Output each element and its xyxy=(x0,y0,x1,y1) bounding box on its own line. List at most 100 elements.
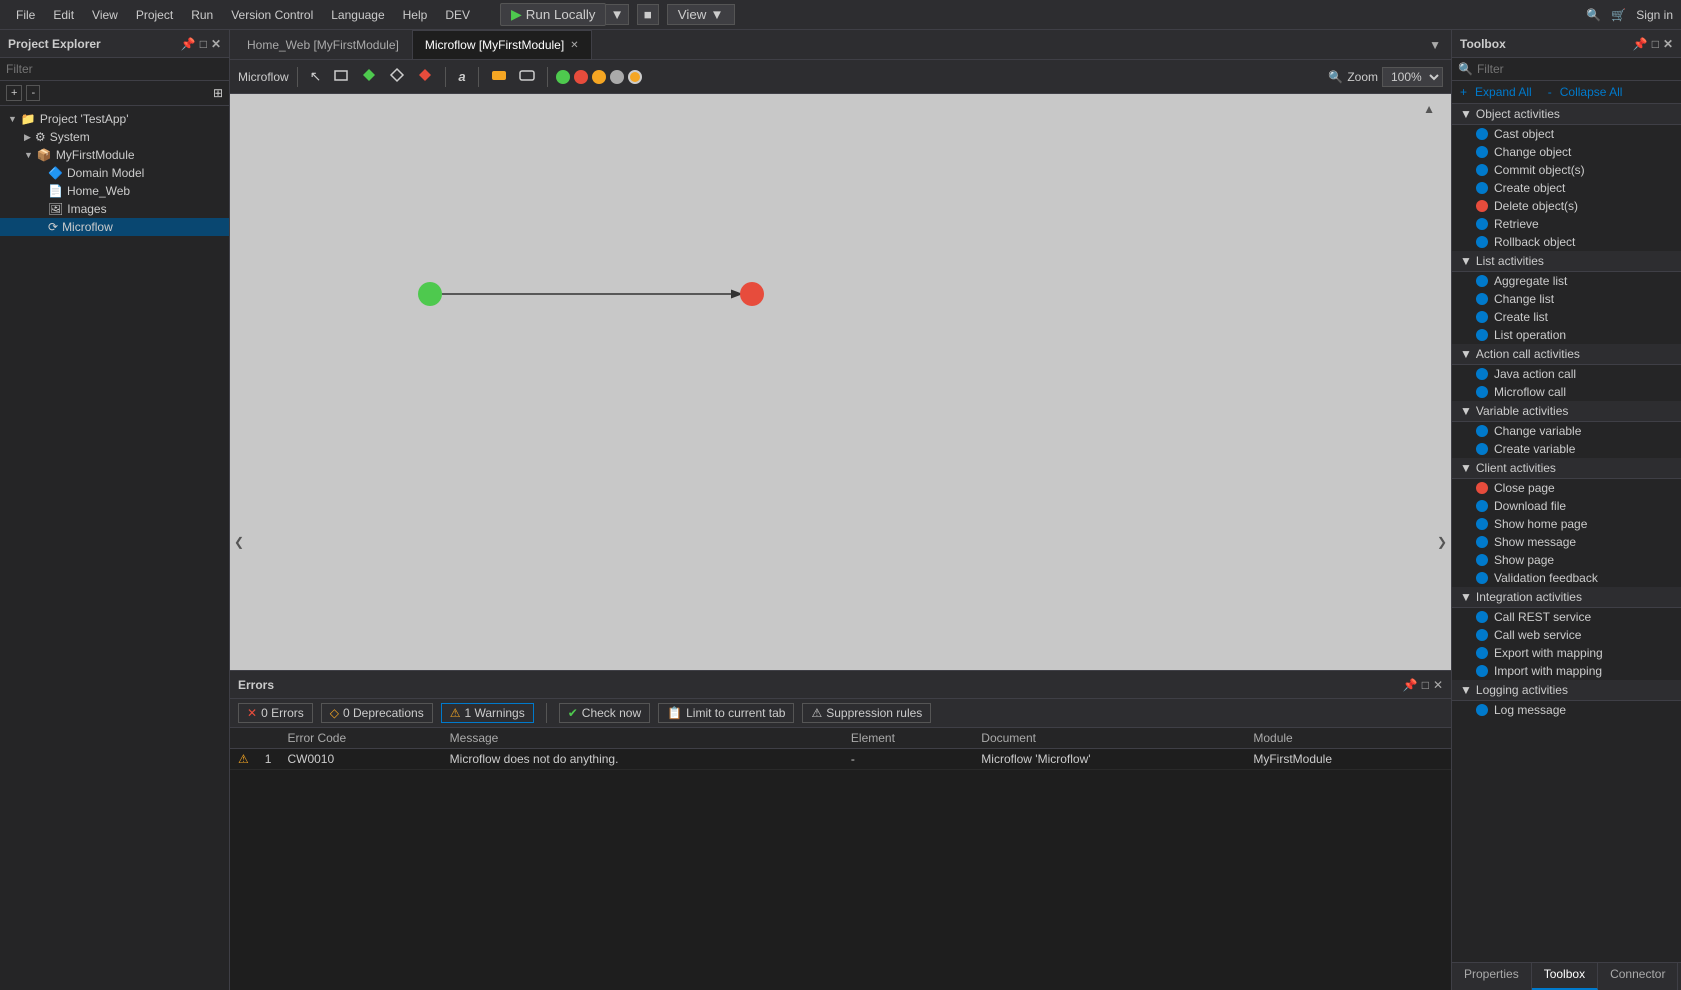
toolbox-item-commit-objects[interactable]: Commit object(s) xyxy=(1452,161,1681,179)
menu-run[interactable]: Run xyxy=(183,4,221,26)
toolbox-item-microflow-call[interactable]: Microflow call xyxy=(1452,383,1681,401)
tree-item-home-web[interactable]: 📄 Home_Web xyxy=(0,182,229,200)
toolbox-item-call-web-service[interactable]: Call web service xyxy=(1452,626,1681,644)
view-dropdown-icon: ▼ xyxy=(710,7,723,22)
tree-add-button[interactable]: + xyxy=(6,85,22,101)
toolbox-filter-input[interactable] xyxy=(1477,62,1675,76)
pin-icon[interactable]: 📌 xyxy=(1403,678,1418,692)
menu-edit[interactable]: Edit xyxy=(45,4,82,26)
limit-to-tab-button[interactable]: 📋 Limit to current tab xyxy=(658,703,794,723)
menu-file[interactable]: File xyxy=(8,4,43,26)
toolbox-item-download-file[interactable]: Download file xyxy=(1452,497,1681,515)
section-integration-activities[interactable]: ▼ Integration activities xyxy=(1452,587,1681,608)
float-icon[interactable]: □ xyxy=(200,37,207,51)
section-client-activities[interactable]: ▼ Client activities xyxy=(1452,458,1681,479)
section-list-activities[interactable]: ▼ List activities xyxy=(1452,251,1681,272)
pin-icon[interactable]: 📌 xyxy=(1633,37,1648,51)
tab-connector[interactable]: Connector xyxy=(1598,963,1678,990)
suppression-rules-button[interactable]: ⚠ Suppression rules xyxy=(802,703,931,723)
activity-button[interactable] xyxy=(487,65,511,88)
event-exclusive-button[interactable] xyxy=(385,65,409,88)
tree-item-system[interactable]: ▶ ⚙ System xyxy=(0,128,229,146)
toolbox-item-log-message[interactable]: Log message xyxy=(1452,701,1681,719)
toolbox-item-cast-object[interactable]: Cast object xyxy=(1452,125,1681,143)
toolbox-item-validation-feedback[interactable]: Validation feedback xyxy=(1452,569,1681,587)
toolbox-item-delete-objects[interactable]: Delete object(s) xyxy=(1452,197,1681,215)
tab-microflow[interactable]: Microflow [MyFirstModule] ✕ xyxy=(412,30,592,59)
toolbox-item-import-with-mapping[interactable]: Import with mapping xyxy=(1452,662,1681,680)
toolbox-item-show-page[interactable]: Show page xyxy=(1452,551,1681,569)
tab-properties[interactable]: Properties xyxy=(1452,963,1532,990)
tree-item-project[interactable]: ▼ 📁 Project 'TestApp' xyxy=(0,110,229,128)
warnings-filter-button[interactable]: ⚠ 1 Warnings xyxy=(441,703,534,723)
entity-tool-button[interactable] xyxy=(329,65,353,88)
toolbox-item-export-with-mapping[interactable]: Export with mapping xyxy=(1452,644,1681,662)
event-end-button[interactable] xyxy=(413,65,437,88)
toolbox-item-show-home-page[interactable]: Show home page xyxy=(1452,515,1681,533)
search-icon[interactable]: 🔍 xyxy=(1586,8,1601,22)
close-panel-icon[interactable]: ✕ xyxy=(211,37,221,51)
table-row[interactable]: ⚠ 1 CW0010 Microflow does not do anythin… xyxy=(230,749,1451,770)
errors-filter-button[interactable]: ✕ 0 Errors xyxy=(238,703,313,723)
float-icon[interactable]: □ xyxy=(1422,678,1429,692)
deprecations-filter-button[interactable]: ◇ 0 Deprecations xyxy=(321,703,433,723)
toolbox-item-list-operation[interactable]: List operation xyxy=(1452,326,1681,344)
toolbox-item-retrieve[interactable]: Retrieve xyxy=(1452,215,1681,233)
close-panel-icon[interactable]: ✕ xyxy=(1663,37,1673,51)
project-explorer-filter-input[interactable] xyxy=(6,62,223,76)
check-now-button[interactable]: ✔ Check now xyxy=(559,703,650,723)
menu-dev[interactable]: DEV xyxy=(437,4,478,26)
menu-project[interactable]: Project xyxy=(128,4,181,26)
float-icon[interactable]: □ xyxy=(1652,37,1659,51)
tree-collapse-button[interactable]: - xyxy=(26,85,40,101)
section-logging-activities[interactable]: ▼ Logging activities xyxy=(1452,680,1681,701)
tree-item-domain-model[interactable]: 🔷 Domain Model xyxy=(0,164,229,182)
toolbox-item-rollback-object[interactable]: Rollback object xyxy=(1452,233,1681,251)
canvas-nav-left[interactable]: ❮ xyxy=(230,531,248,553)
menu-view[interactable]: View xyxy=(84,4,126,26)
annotation-button[interactable]: a xyxy=(454,67,469,86)
toolbox-item-java-action-call[interactable]: Java action call xyxy=(1452,365,1681,383)
toolbox-item-create-variable[interactable]: Create variable xyxy=(1452,440,1681,458)
section-object-activities[interactable]: ▼ Object activities xyxy=(1452,104,1681,125)
run-locally-button[interactable]: ▶ Run Locally xyxy=(500,3,606,26)
zoom-select[interactable]: 100% 75% 50% 150% xyxy=(1382,67,1443,87)
tab-toolbox[interactable]: Toolbox xyxy=(1532,963,1598,990)
tree-item-myfirstmodule[interactable]: ▼ 📦 MyFirstModule xyxy=(0,146,229,164)
tab-home-web[interactable]: Home_Web [MyFirstModule] xyxy=(234,30,412,59)
menu-language[interactable]: Language xyxy=(323,4,392,26)
toolbox-item-create-list[interactable]: Create list xyxy=(1452,308,1681,326)
canvas-nav-right[interactable]: ❯ xyxy=(1433,531,1451,553)
tree-item-microflow[interactable]: ⟳ Microflow xyxy=(0,218,229,236)
col-document: Document xyxy=(973,728,1245,749)
toolbox-item-create-object[interactable]: Create object xyxy=(1452,179,1681,197)
tab-close-icon[interactable]: ✕ xyxy=(570,40,578,51)
cart-icon[interactable]: 🛒 xyxy=(1611,8,1626,22)
canvas-nav-up[interactable]: ▲ xyxy=(1419,98,1439,120)
event-start-button[interactable] xyxy=(357,65,381,88)
expand-all-button[interactable]: Expand All xyxy=(1475,85,1532,99)
sign-in-button[interactable]: Sign in xyxy=(1636,8,1673,22)
tree-layout-icon[interactable]: ⊞ xyxy=(213,86,223,100)
toolbox-item-show-message[interactable]: Show message xyxy=(1452,533,1681,551)
section-action-call-activities[interactable]: ▼ Action call activities xyxy=(1452,344,1681,365)
tab-scroll-icon[interactable]: ▼ xyxy=(1423,38,1447,52)
collapse-all-button[interactable]: Collapse All xyxy=(1560,85,1623,99)
close-panel-icon[interactable]: ✕ xyxy=(1433,678,1443,692)
menu-help[interactable]: Help xyxy=(395,4,436,26)
toolbox-item-aggregate-list[interactable]: Aggregate list xyxy=(1452,272,1681,290)
loop-button[interactable] xyxy=(515,65,539,88)
toolbox-item-change-list[interactable]: Change list xyxy=(1452,290,1681,308)
view-button[interactable]: View ▼ xyxy=(667,4,735,25)
toolbox-item-call-rest[interactable]: Call REST service xyxy=(1452,608,1681,626)
pin-icon[interactable]: 📌 xyxy=(181,37,196,51)
section-variable-activities[interactable]: ▼ Variable activities xyxy=(1452,401,1681,422)
stop-button[interactable]: ■ xyxy=(637,4,659,25)
menu-version-control[interactable]: Version Control xyxy=(223,4,321,26)
toolbox-item-change-object[interactable]: Change object xyxy=(1452,143,1681,161)
tree-item-images[interactable]: 🖼 Images xyxy=(0,200,229,218)
pointer-tool-button[interactable]: ↖ xyxy=(306,66,326,87)
run-locally-dropdown[interactable]: ▼ xyxy=(606,4,628,25)
toolbox-item-close-page[interactable]: Close page xyxy=(1452,479,1681,497)
toolbox-item-change-variable[interactable]: Change variable xyxy=(1452,422,1681,440)
